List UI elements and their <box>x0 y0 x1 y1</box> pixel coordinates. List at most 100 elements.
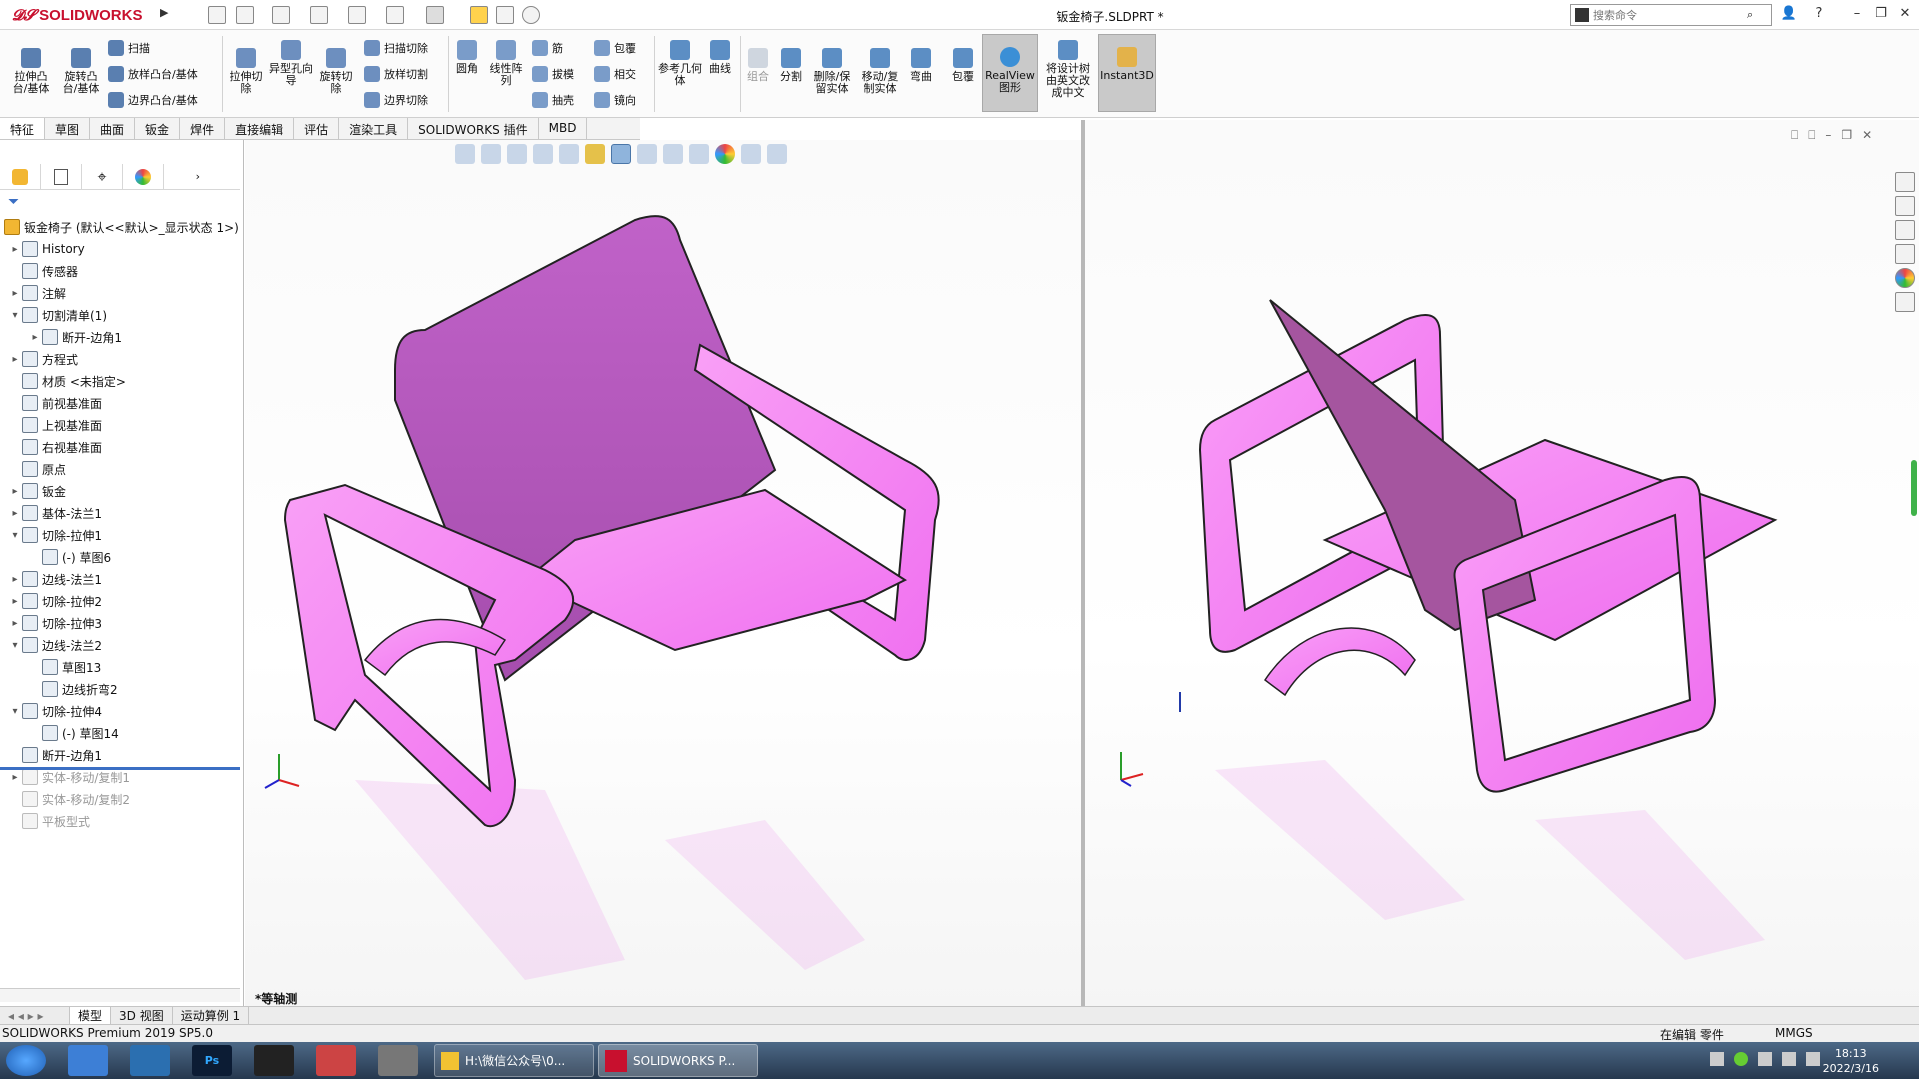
shell-button[interactable]: 抽壳 <box>532 92 574 108</box>
expand-arrow-icon[interactable]: ▸ <box>8 574 22 585</box>
expand-arrow-icon[interactable]: ▸ <box>8 618 22 629</box>
home-icon[interactable] <box>208 6 226 24</box>
tree-item[interactable]: ▸ 切除-拉伸3 <box>0 612 240 634</box>
tab-weldments[interactable]: 焊件 <box>180 118 226 139</box>
apply-scene-icon[interactable] <box>715 144 735 164</box>
tab-addins[interactable]: SOLIDWORKS 插件 <box>408 118 539 139</box>
hole-wizard-button[interactable]: 异型孔向导 <box>268 40 314 87</box>
tree-item[interactable]: 材质 <未指定> <box>0 370 240 392</box>
tree-item[interactable]: ▸ 基体-法兰1 <box>0 502 240 524</box>
extruded-boss-button[interactable]: 拉伸凸台/基体 <box>8 48 54 95</box>
display-pane-icon[interactable] <box>767 144 787 164</box>
tree-item[interactable]: ▸ History <box>0 238 240 260</box>
tree-item[interactable]: 前视基准面 <box>0 392 240 414</box>
user-icon[interactable]: 👤 <box>1780 6 1798 24</box>
curves-button[interactable]: 曲线 <box>704 40 736 75</box>
tree-item[interactable]: (-) 草图6 <box>0 546 240 568</box>
wrap-button[interactable]: 包覆 <box>594 40 636 56</box>
rebuild-icon[interactable] <box>470 6 488 24</box>
app-icon-1[interactable] <box>68 1045 108 1076</box>
tree-item[interactable]: (-) 草图14 <box>0 722 240 744</box>
help-icon[interactable]: ? <box>1810 6 1828 24</box>
expand-arrow-icon[interactable]: ▸ <box>8 244 22 255</box>
wrap-large-button[interactable]: 包覆 <box>948 48 978 83</box>
panel-h-scrollbar[interactable] <box>0 988 240 1002</box>
tree-item[interactable]: ▾ 切除-拉伸4 <box>0 700 240 722</box>
photoshop-icon[interactable]: Ps <box>192 1045 232 1076</box>
support-leg-rear[interactable] <box>1263 627 1416 697</box>
tab-sketch[interactable]: 草图 <box>45 118 91 139</box>
tree-item[interactable]: ▸ 切除-拉伸2 <box>0 590 240 612</box>
graphics-area-right[interactable]: ⎕⎕–❐✕ <box>1085 120 1919 1006</box>
search-input[interactable] <box>1593 8 1743 22</box>
tree-item[interactable]: 右视基准面 <box>0 436 240 458</box>
boundary-cut-button[interactable]: 边界切除 <box>364 92 428 108</box>
extruded-cut-button[interactable]: 拉伸切除 <box>226 48 266 95</box>
volume-icon[interactable] <box>1782 1052 1796 1066</box>
tree-item[interactable]: ▸ 方程式 <box>0 348 240 370</box>
tab-features[interactable]: 特征 <box>0 118 46 139</box>
tray-app-icon[interactable] <box>1734 1052 1748 1066</box>
expand-arrow-icon[interactable]: ▸ <box>8 772 22 783</box>
file-explorer-icon[interactable] <box>1895 220 1915 240</box>
expand-arrow-icon[interactable]: ▾ <box>8 310 22 321</box>
app-icon-3[interactable] <box>254 1045 294 1076</box>
search-box[interactable]: ⌕ <box>1570 4 1772 26</box>
tree-item[interactable]: 实体-移动/复制2 <box>0 788 240 810</box>
revolved-cut-button[interactable]: 旋转切除 <box>316 48 356 95</box>
flex-button[interactable]: 弯曲 <box>906 48 936 83</box>
dynamic-annotation-icon[interactable] <box>585 144 605 164</box>
select-cursor-icon[interactable] <box>426 6 444 24</box>
linear-pattern-button[interactable]: 线性阵列 <box>486 40 526 87</box>
keyboard-icon[interactable] <box>1710 1052 1724 1066</box>
tree-item[interactable]: ▾ 边线-法兰2 <box>0 634 240 656</box>
file-properties-icon[interactable] <box>496 6 514 24</box>
search-icon[interactable]: ⌕ <box>1747 8 1753 22</box>
solidworks-logo[interactable]: 𝓓𝓢 SOLIDWORKS <box>12 4 152 26</box>
tab-render-tools[interactable]: 渲染工具 <box>339 118 409 139</box>
chair-model-left[interactable] <box>245 140 1081 1006</box>
close-icon[interactable]: ✕ <box>1896 6 1914 24</box>
split-button[interactable]: 分割 <box>776 48 806 83</box>
expand-arrow-icon[interactable]: ▸ <box>8 486 22 497</box>
boundary-boss-button[interactable]: 边界凸台/基体 <box>108 92 198 108</box>
edit-appearance-icon[interactable] <box>689 144 709 164</box>
save-icon[interactable] <box>310 6 328 24</box>
panel-expand-icon[interactable]: › <box>164 164 204 190</box>
tree-item[interactable]: ▸ 钣金 <box>0 480 240 502</box>
system-clock[interactable]: 18:13 2022/3/16 <box>1823 1046 1879 1076</box>
options-gear-icon[interactable] <box>522 6 540 24</box>
expand-arrow-icon[interactable]: ▸ <box>8 596 22 607</box>
sweep-button[interactable]: 扫描 <box>108 40 150 56</box>
viewport-window-controls[interactable]: ⎕⎕–❐✕ <box>1791 128 1882 143</box>
menu-expand-icon[interactable]: ▶ <box>160 6 168 19</box>
print-icon[interactable] <box>348 6 366 24</box>
instant3d-button[interactable]: Instant3D <box>1098 34 1156 112</box>
app-icon-4[interactable] <box>316 1045 356 1076</box>
realview-button[interactable]: RealView图形 <box>982 34 1038 112</box>
delete-keep-body-button[interactable]: 删除/保留实体 <box>810 48 854 95</box>
swept-cut-button[interactable]: 扫描切除 <box>364 40 428 56</box>
minimize-icon[interactable]: – <box>1848 6 1866 24</box>
expand-arrow-icon[interactable]: ▸ <box>8 354 22 365</box>
task-pane-scroll-thumb[interactable] <box>1911 460 1917 516</box>
configuration-manager-tab[interactable]: ⌖ <box>82 163 123 190</box>
filter-icon[interactable]: ⏷ <box>8 194 19 210</box>
previous-view-icon[interactable] <box>533 144 553 164</box>
chair-model-right[interactable] <box>1085 120 1919 1006</box>
appearances-scenes-icon[interactable] <box>1895 268 1915 288</box>
tab-mbd[interactable]: MBD <box>539 118 588 139</box>
tab-3d-views[interactable]: 3D 视图 <box>111 1006 173 1025</box>
open-icon[interactable] <box>272 6 290 24</box>
app-icon-2[interactable] <box>130 1045 170 1076</box>
graphics-area-left[interactable] <box>245 140 1081 1006</box>
tree-item[interactable]: ▸ 边线-法兰1 <box>0 568 240 590</box>
view-palette-icon[interactable] <box>1895 244 1915 264</box>
expand-arrow-icon[interactable]: ▾ <box>8 706 22 717</box>
restore-icon[interactable]: ❐ <box>1872 6 1890 24</box>
tree-item[interactable]: 原点 <box>0 458 240 480</box>
view-settings-icon[interactable] <box>741 144 761 164</box>
display-style-icon[interactable] <box>637 144 657 164</box>
loft-button[interactable]: 放样凸台/基体 <box>108 66 198 82</box>
flag-icon[interactable] <box>1806 1052 1820 1066</box>
